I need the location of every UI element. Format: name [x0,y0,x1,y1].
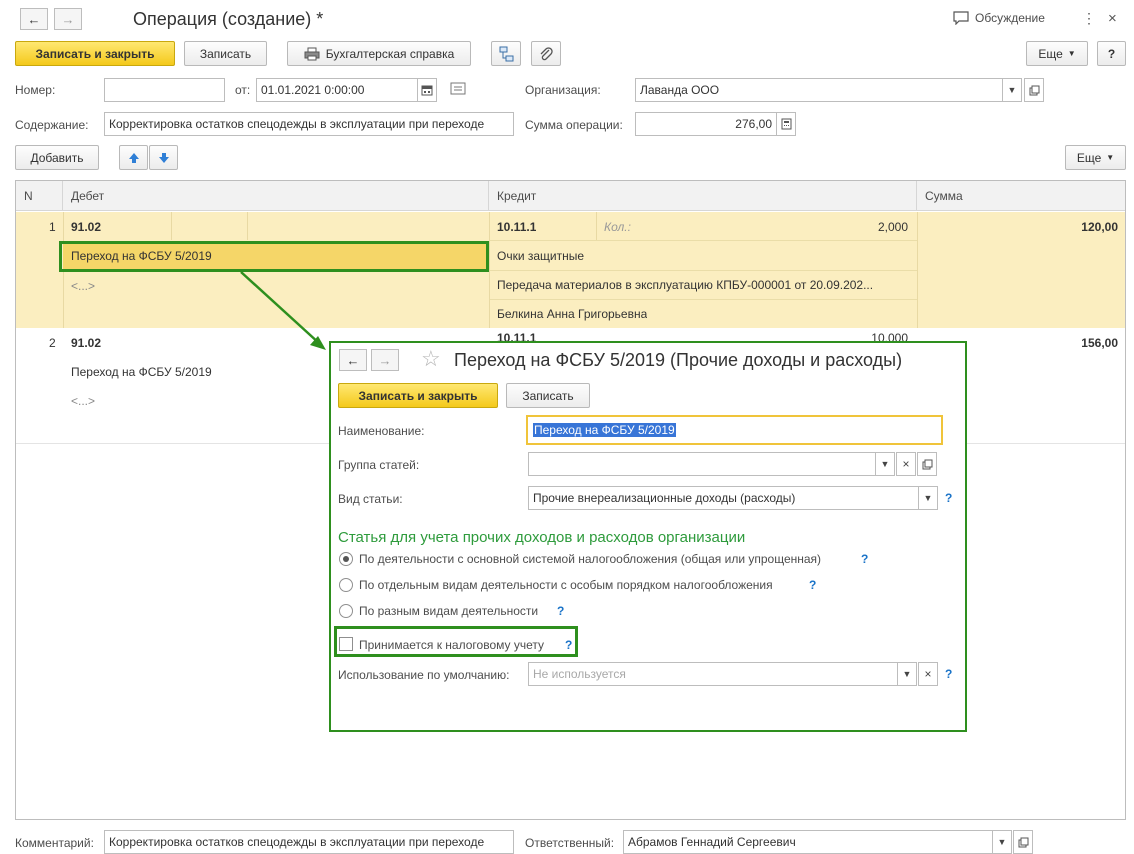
responsible-dropdown-button[interactable]: ▼ [992,830,1012,854]
name-label: Наименование: [338,424,425,438]
group-label: Группа статей: [338,458,420,472]
responsible-field[interactable]: Абрамов Геннадий Сергеевич [623,830,993,854]
caret-down-icon: ▼ [902,669,912,679]
caret-down-icon: ▼ [880,459,890,469]
popup-save-close-button[interactable]: Записать и закрыть [338,383,498,408]
popup-forward-button[interactable]: → [371,349,399,371]
kind-field[interactable]: Прочие внереализационные доходы (расходы… [528,486,919,510]
group-clear-button[interactable]: × [896,452,916,476]
comment-field[interactable]: Корректировка остатков спецодежды в эксп… [104,830,514,854]
default-use-clear-button[interactable]: × [918,662,938,686]
help-icon[interactable]: ? [565,638,572,652]
name-value: Переход на ФСБУ 5/2019 [533,423,676,437]
tax-accounting-checkbox[interactable] [339,637,353,651]
star-icon[interactable]: ☆ [421,346,441,372]
responsible-open-button[interactable] [1013,830,1033,854]
popup-back-button[interactable]: ← [339,349,367,371]
help-icon[interactable]: ? [557,604,564,618]
section-title: Статья для учета прочих доходов и расход… [338,529,746,546]
radio-various-activities-label[interactable]: По разным видам деятельности [359,604,538,618]
radio-special-taxation[interactable] [339,578,353,592]
arrow-left-icon: ← [346,352,360,368]
clear-icon: × [924,667,932,681]
radio-main-taxation-label[interactable]: По деятельности с основной системой нало… [359,552,821,566]
default-use-field[interactable]: Не используется [528,662,898,686]
radio-main-taxation[interactable] [339,552,353,566]
popup-window: ← → ☆ Переход на ФСБУ 5/2019 (Прочие дох… [329,341,967,732]
open-icon [922,459,932,469]
tax-accounting-label[interactable]: Принимается к налоговому учету [359,638,544,652]
caret-down-icon: ▼ [923,493,933,503]
responsible-label: Ответственный: [525,836,615,850]
caret-down-icon: ▼ [997,837,1007,847]
kind-dropdown-button[interactable]: ▼ [918,486,938,510]
help-icon[interactable]: ? [809,578,816,592]
open-icon [1018,837,1028,847]
help-icon[interactable]: ? [945,667,952,681]
help-icon[interactable]: ? [861,552,868,566]
arrow-right-icon: → [378,352,392,368]
name-field[interactable]: Переход на ФСБУ 5/2019 [526,415,943,445]
group-open-button[interactable] [917,452,937,476]
default-use-dropdown-button[interactable]: ▼ [897,662,917,686]
popup-title: Переход на ФСБУ 5/2019 (Прочие доходы и … [454,350,903,370]
help-icon[interactable]: ? [945,491,952,505]
kind-label: Вид статьи: [338,492,403,506]
group-dropdown-button[interactable]: ▼ [875,452,895,476]
group-field[interactable] [528,452,876,476]
clear-icon: × [902,457,910,471]
radio-special-taxation-label[interactable]: По отдельным видам деятельности с особым… [359,578,773,592]
radio-various-activities[interactable] [339,604,353,618]
popup-save-button[interactable]: Записать [506,383,590,408]
default-use-label: Использование по умолчанию: [338,668,510,682]
comment-label: Комментарий: [15,836,94,850]
